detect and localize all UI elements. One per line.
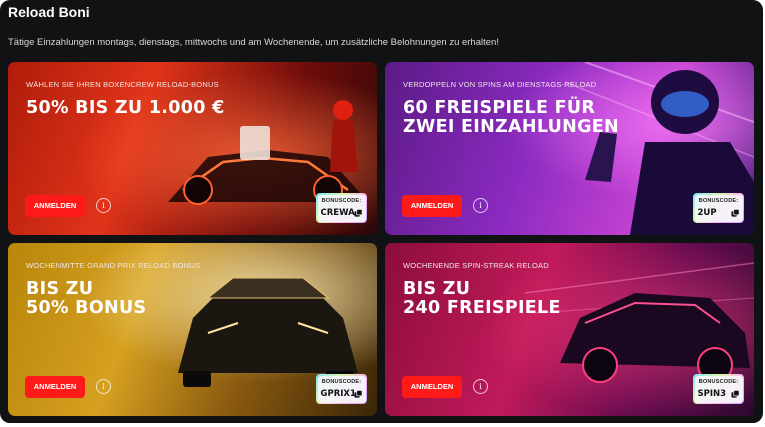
bonus-code-box[interactable]: BONUSCODE: CREWA	[316, 193, 367, 223]
headline-line-1: BIS ZU	[403, 279, 471, 299]
bonus-code-box[interactable]: BONUSCODE: GPRIX1	[316, 374, 367, 404]
bonus-code-value: GPRIX1	[320, 388, 356, 399]
copy-icon[interactable]	[730, 208, 740, 218]
card-label: WÄHLEN SIE IHREN BOXENCREW RELOAD-BONUS	[26, 80, 219, 89]
bonus-code-label: BONUSCODE:	[321, 197, 362, 204]
anmelden-button[interactable]: ANMELDEN	[25, 195, 85, 217]
bonus-code-value: SPIN3	[697, 388, 727, 399]
bonus-code-value: 2UP	[697, 207, 717, 218]
bonus-code-label: BONUSCODE:	[698, 197, 739, 204]
reload-bonus-panel: Reload Boni Tätige Einzahlungen montags,…	[0, 0, 763, 423]
info-icon[interactable]: i	[473, 379, 488, 394]
headline-line-1: BIS ZU	[26, 279, 94, 299]
card-headline: BIS ZU 50% BONUS	[26, 280, 146, 318]
copy-icon[interactable]	[730, 389, 740, 399]
info-icon[interactable]: i	[96, 198, 111, 213]
headline-line-2: 240 FREISPIELE	[403, 298, 561, 318]
bonus-code-value: CREWA	[320, 207, 355, 218]
copy-icon[interactable]	[353, 208, 363, 218]
headline-line-1: 60 FREISPIELE FÜR	[403, 98, 596, 118]
card-headline: 60 FREISPIELE FÜR ZWEI EINZAHLUNGEN	[403, 99, 619, 137]
card-label: VERDOPPELN VON SPINS AM DIENSTAGS-RELOAD	[403, 80, 597, 89]
headline-line-1: 50% BIS ZU 1.000 €	[26, 98, 225, 118]
bonus-card-dienstag: VERDOPPELN VON SPINS AM DIENSTAGS-RELOAD…	[385, 62, 754, 235]
headline-line-2: 50% BONUS	[26, 298, 147, 318]
card-headline: 50% BIS ZU 1.000 €	[26, 99, 225, 118]
card-headline: BIS ZU 240 FREISPIELE	[403, 280, 561, 318]
page-subtitle: Tätige Einzahlungen montags, dienstags, …	[8, 37, 499, 48]
info-icon[interactable]: i	[96, 379, 111, 394]
card-label: WOCHENENDE SPIN-STREAK RELOAD	[403, 261, 549, 270]
bonus-code-box[interactable]: BONUSCODE: SPIN3	[693, 374, 744, 404]
anmelden-button[interactable]: ANMELDEN	[402, 195, 462, 217]
page-title: Reload Boni	[8, 4, 90, 20]
bonus-card-boxencrew: WÄHLEN SIE IHREN BOXENCREW RELOAD-BONUS …	[8, 62, 377, 235]
bonus-card-wochenmitte: WOCHENMITTE GRAND PRIX RELOAD BONUS BIS …	[8, 243, 377, 416]
anmelden-button[interactable]: ANMELDEN	[25, 376, 85, 398]
bonus-code-label: BONUSCODE:	[321, 378, 362, 385]
info-icon[interactable]: i	[473, 198, 488, 213]
bonus-code-label: BONUSCODE:	[698, 378, 739, 385]
copy-icon[interactable]	[353, 389, 363, 399]
anmelden-button[interactable]: ANMELDEN	[402, 376, 462, 398]
headline-line-2: ZWEI EINZAHLUNGEN	[403, 117, 619, 137]
bonus-card-wochenende: WOCHENENDE SPIN-STREAK RELOAD BIS ZU 240…	[385, 243, 754, 416]
bonus-code-box[interactable]: BONUSCODE: 2UP	[693, 193, 744, 223]
card-label: WOCHENMITTE GRAND PRIX RELOAD BONUS	[26, 261, 201, 270]
